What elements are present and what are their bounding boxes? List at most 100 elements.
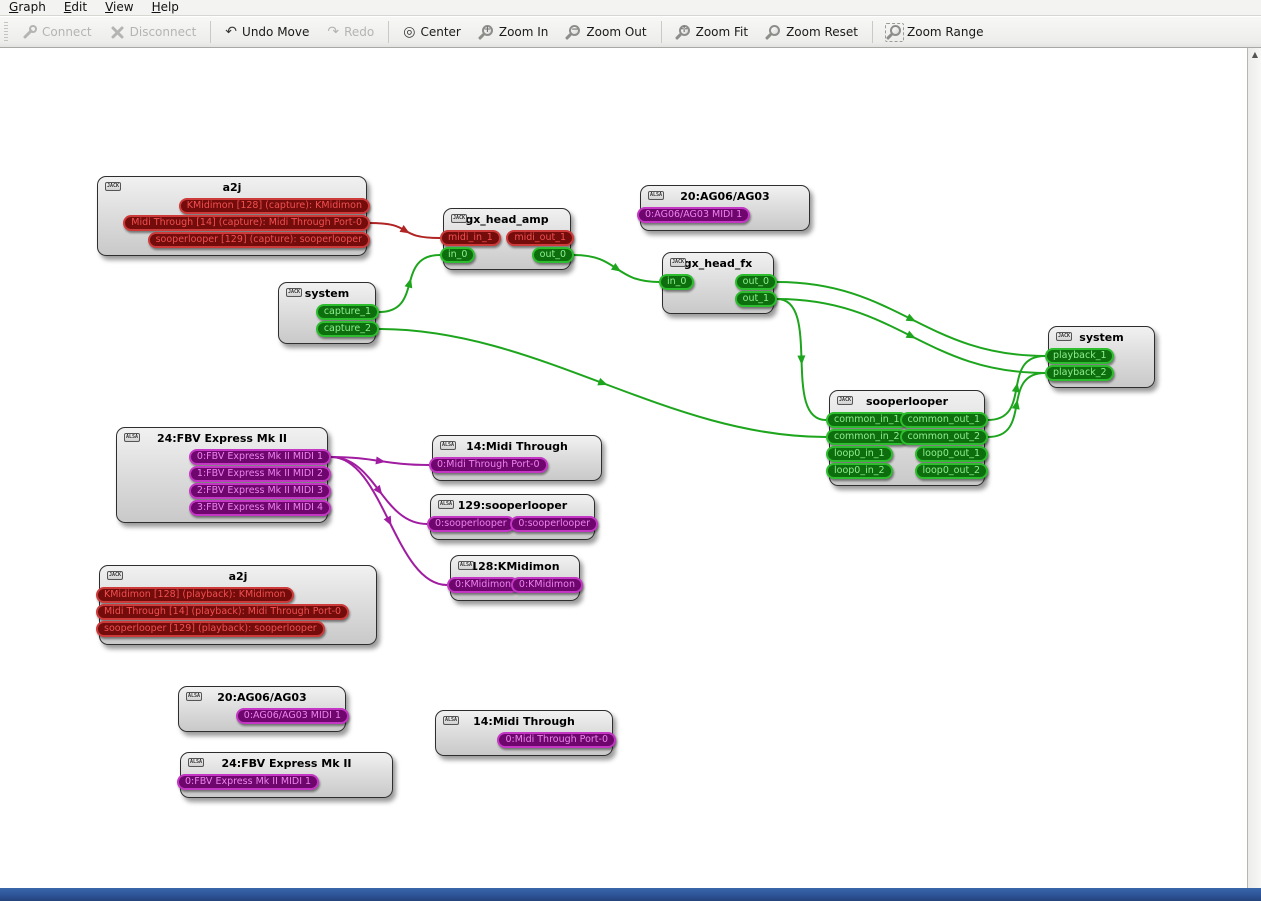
disconnect-button[interactable]: Disconnect [101,21,206,44]
toolbar-separator [210,21,212,43]
zoom-range-label: Zoom Range [907,25,984,39]
node-a2j-playback[interactable]: JACK a2j KMidimon [128] (playback): KMidim… [96,565,377,645]
port-pill[interactable]: sooperlooper [129] (playback): sooperloo… [96,621,325,637]
port-pill[interactable]: loop0_in_1 [826,446,893,462]
port-pill[interactable]: loop0_in_2 [826,463,893,479]
zoom-fit-icon: ✛ [674,24,691,40]
port-pill[interactable]: 0:FBV Express Mk II MIDI 1 [177,774,320,790]
menu-view[interactable]: View [96,0,142,16]
port-pill[interactable]: in_0 [440,247,476,263]
port-pill[interactable]: midi_in_1 [440,230,501,246]
zoom-reset-label: Zoom Reset [786,25,859,39]
port-pill[interactable]: 1:FBV Express Mk II MIDI 2 [188,466,331,482]
zoom-range-button[interactable]: Zoom Range [878,21,992,44]
port-pill[interactable]: out_0 [531,247,574,263]
port-pill[interactable]: common_in_2 [826,429,908,445]
port-pill[interactable]: midi_out_1 [506,230,574,246]
redo-button[interactable]: ↷ Redo [318,21,383,43]
zoom-reset-button[interactable]: Zoom Reset [757,21,867,44]
zoom-reset-icon [765,24,781,40]
node-title: 20:AG06/AG03 [217,691,307,704]
node-sooperlooper[interactable]: JACK sooperlooper common_in_1 common_out_1 c… [826,390,988,486]
jack-icon: JACK [105,182,122,191]
node-ag06-out[interactable]: ALSA 20:AG06/AG03 0:AG06/AG03 MIDI 1 [178,686,349,732]
port-pill[interactable]: KMidimon [128] (capture): KMidimon [178,198,370,214]
connect-button[interactable]: Connect [13,21,101,44]
port-pill[interactable]: common_out_1 [899,412,988,428]
port-pill[interactable]: playback_2 [1045,365,1115,381]
menu-bar: Graph Edit View Help [0,0,1261,16]
graph-canvas[interactable]: JACK a2j KMidimon [128] (capture): KMidimo… [0,48,1247,888]
node-ag06-in[interactable]: ALSA 20:AG06/AG03 0:AG06/AG03 MIDI 1 [637,185,810,231]
jack-icon: JACK [670,258,687,267]
node-fbv-in[interactable]: ALSA 24:FBV Express Mk II 0:FBV Express Mk… [177,752,393,798]
port-pill[interactable]: 0:Midi Through Port-0 [429,457,548,473]
node-sl129[interactable]: ALSA 129:sooperlooper 0:sooperlooper 0:soop… [427,494,598,540]
alsa-icon: ALSA [438,500,455,509]
port-pill[interactable]: 0:KMidimon [447,577,520,593]
menu-help[interactable]: Help [143,0,188,16]
zoom-fit-label: Zoom Fit [695,25,749,39]
port-pill[interactable]: 2:FBV Express Mk II MIDI 3 [188,483,331,499]
menu-graph[interactable]: Graph [0,0,55,16]
node-system-playback[interactable]: JACK system playback_1 playback_2 [1045,326,1155,388]
zoom-fit-button[interactable]: ✛ Zoom Fit [667,21,757,44]
zoom-in-button[interactable]: + Zoom In [470,21,558,44]
node-km128[interactable]: ALSA 128:KMidimon 0:KMidimon 0:KMidimon [447,555,583,601]
port-pill[interactable]: capture_1 [315,304,379,320]
port-pill[interactable]: in_0 [659,274,695,290]
port-pill[interactable]: loop0_out_2 [914,463,988,479]
center-button[interactable]: ◎ Center [394,21,470,43]
zoom-range-icon [885,22,905,42]
zoom-out-button[interactable]: − Zoom Out [557,21,655,44]
undo-move-button[interactable]: ↶ Undo Move [216,21,318,43]
alsa-icon: ALSA [648,191,665,200]
node-system-capture[interactable]: JACK system capture_1 capture_2 [278,282,379,344]
node-title: 14:Midi Through [466,440,568,453]
alsa-icon: ALSA [124,433,141,442]
port-pill[interactable]: KMidimon [128] (playback): KMidimon [96,587,294,603]
port-pill[interactable]: 0:AG06/AG03 MIDI 1 [235,708,349,724]
connect-icon [23,24,37,38]
port-pill[interactable]: 3:FBV Express Mk II MIDI 4 [188,500,331,516]
toolbar-separator [872,21,874,43]
port-pill[interactable]: common_in_1 [826,412,908,428]
edge-arrow-icon [1011,382,1020,393]
port-pill[interactable]: 0:sooperlooper [510,516,598,532]
zoom-out-label: Zoom Out [586,25,647,39]
node-a2j-capture[interactable]: JACK a2j KMidimon [128] (capture): KMidimo… [97,176,370,256]
jack-icon: JACK [837,396,854,405]
port-pill[interactable]: 0:KMidimon [510,577,583,593]
port-pill[interactable]: common_out_2 [899,429,988,445]
jack-icon: JACK [451,214,468,223]
alsa-icon: ALSA [440,441,457,450]
scroll-up-icon[interactable]: ▲ [1248,48,1261,62]
port-pill[interactable]: 0:FBV Express Mk II MIDI 1 [188,449,331,465]
vertical-scrollbar[interactable]: ▲ [1247,48,1261,888]
port-pill[interactable]: Midi Through [14] (playback): Midi Throu… [96,604,350,620]
port-pill[interactable]: 0:sooperlooper [427,516,515,532]
node-fbv-out[interactable]: ALSA 24:FBV Express Mk II 0:FBV Express Mk… [116,427,331,523]
node-gx_head_amp[interactable]: JACK gx_head_amp midi_in_1 midi_out_1 in_0 ou… [440,208,574,270]
port-pill[interactable]: loop0_out_1 [914,446,988,462]
port-pill[interactable]: capture_2 [315,321,379,337]
port-pill[interactable]: sooperlooper [129] (capture): sooperloop… [147,232,370,248]
edge-arrow-icon [597,377,608,386]
node-midithrough-in[interactable]: ALSA 14:Midi Through 0:Midi Through Port-0 [429,435,602,481]
port-pill[interactable]: out_1 [734,291,777,307]
menu-edit[interactable]: Edit [55,0,96,16]
alsa-icon: ALSA [188,758,205,767]
port-pill[interactable]: 0:AG06/AG03 MIDI 1 [637,207,751,223]
port-pill[interactable]: Midi Through [14] (capture): Midi Throug… [123,215,370,231]
port-pill[interactable]: out_0 [734,274,777,290]
port-pill[interactable]: playback_1 [1045,348,1115,364]
port-pill[interactable]: 0:Midi Through Port-0 [497,732,616,748]
redo-label: Redo [344,25,375,39]
edge-arrow-icon [404,278,413,289]
node-midithrough-out[interactable]: ALSA 14:Midi Through 0:Midi Through Port-0 [435,710,616,756]
node-title: 14:Midi Through [473,715,575,728]
jack-icon: JACK [1056,332,1073,341]
toolbar-drag-handle[interactable] [4,22,8,42]
disconnect-icon [111,26,124,38]
node-gx_head_fx[interactable]: JACK gx_head_fx in_0 out_0 out_1 [659,252,777,314]
